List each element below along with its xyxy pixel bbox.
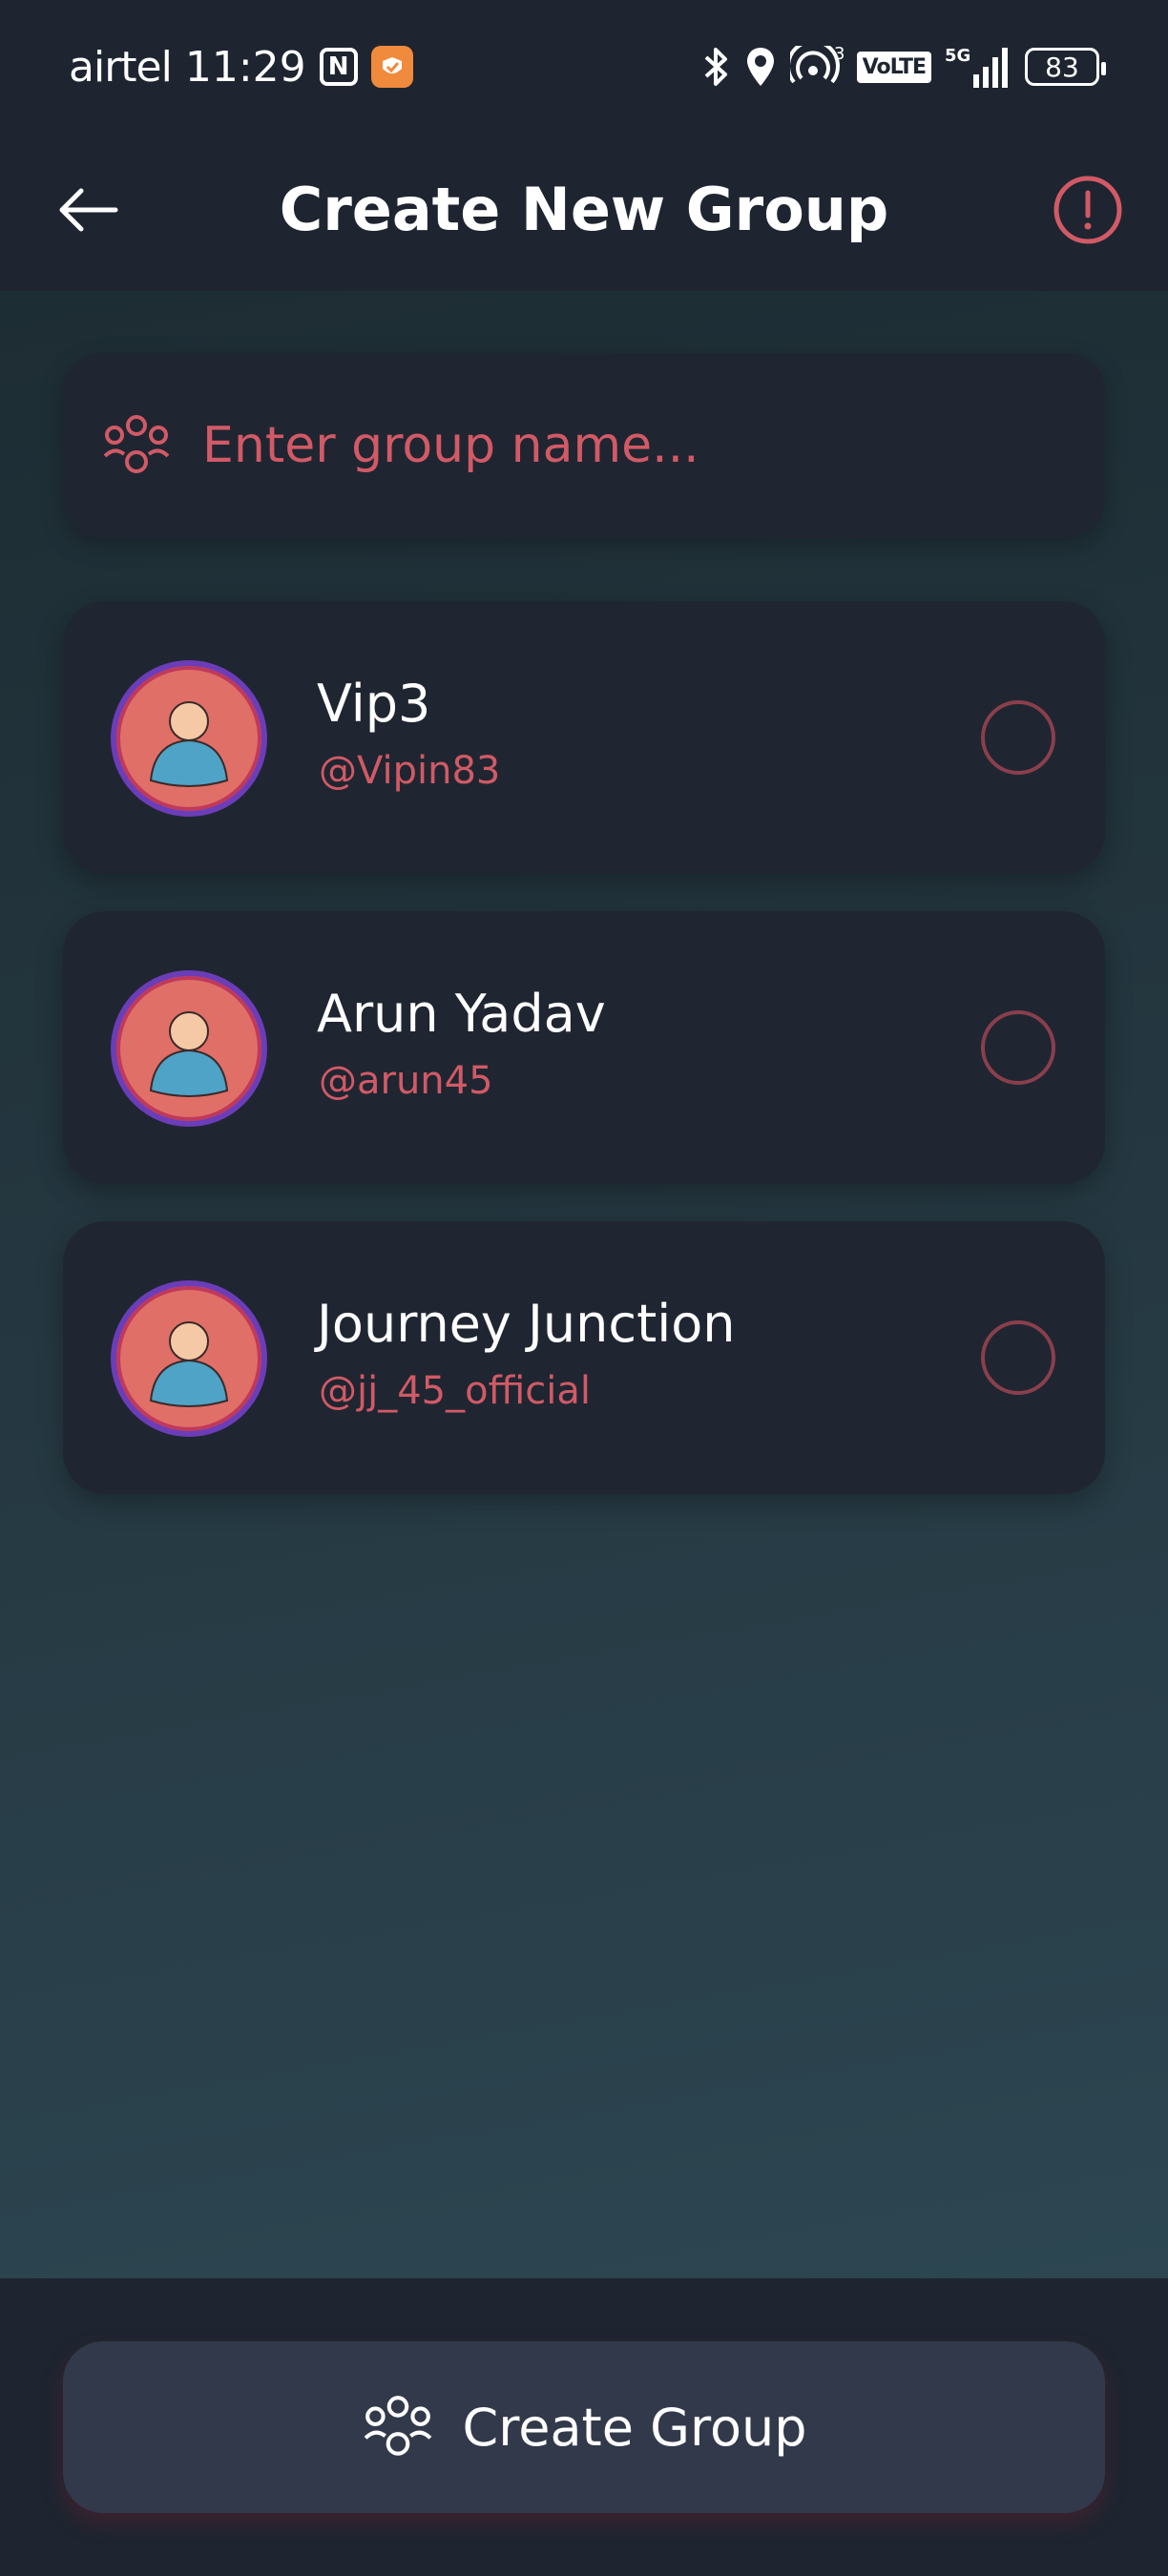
- status-right: 3 VoLTE 5G 83: [702, 42, 1106, 92]
- contact-card[interactable]: Arun Yadav @arun45: [63, 911, 1105, 1184]
- group-icon: [364, 2396, 431, 2456]
- volte-badge: VoLTE: [856, 51, 931, 83]
- nfc-icon: N: [319, 48, 358, 86]
- contact-name: Arun Yadav: [317, 984, 606, 1044]
- contact-card[interactable]: Vip3 @Vipin83: [63, 601, 1105, 874]
- hotspot-icon: 3: [789, 46, 844, 88]
- app-header: Create New Group: [0, 134, 1168, 291]
- alert-circle-icon: [1053, 176, 1122, 244]
- contact-name: Vip3: [317, 674, 431, 734]
- user-avatar-icon: [149, 1011, 229, 1097]
- select-radio[interactable]: [981, 1010, 1055, 1085]
- group-name-input[interactable]: [202, 398, 1105, 493]
- avatar: [111, 660, 267, 817]
- group-name-field[interactable]: [63, 353, 1105, 538]
- user-avatar-icon: [149, 701, 229, 787]
- contact-card[interactable]: Journey Junction @jj_45_official: [63, 1221, 1105, 1494]
- contact-handle: @Vipin83: [319, 749, 501, 793]
- page-title: Create New Group: [279, 175, 889, 244]
- network-type: 5G: [945, 46, 970, 66]
- create-group-label: Create Group: [462, 2397, 807, 2458]
- contact-handle: @jj_45_official: [319, 1369, 591, 1413]
- group-icon: [103, 415, 170, 473]
- location-icon: [744, 46, 777, 88]
- status-bar: airtel 11:29 N 3 VoLTE 5G 83: [0, 0, 1168, 134]
- avatar: [111, 970, 267, 1127]
- hotspot-superscript: 3: [834, 46, 844, 64]
- create-group-button[interactable]: Create Group: [63, 2341, 1105, 2513]
- contact-handle: @arun45: [319, 1059, 493, 1103]
- avatar: [111, 1280, 267, 1437]
- status-left: airtel 11:29 N: [69, 40, 413, 93]
- user-avatar-icon: [149, 1321, 229, 1407]
- carrier-label: airtel: [69, 42, 173, 92]
- battery-indicator: 83: [1025, 48, 1106, 86]
- contact-name: Journey Junction: [317, 1294, 736, 1354]
- signal-icon: 5G: [945, 44, 1012, 90]
- select-radio[interactable]: [981, 700, 1055, 775]
- select-radio[interactable]: [981, 1320, 1055, 1395]
- notification-app-icon: [370, 46, 413, 88]
- clock: 11:29: [184, 42, 306, 92]
- bluetooth-icon: [702, 46, 731, 88]
- screen: airtel 11:29 N 3 VoLTE 5G 83 Create New …: [0, 0, 1168, 2576]
- info-button[interactable]: [1048, 170, 1128, 250]
- bottom-bar: Create Group: [0, 2278, 1168, 2576]
